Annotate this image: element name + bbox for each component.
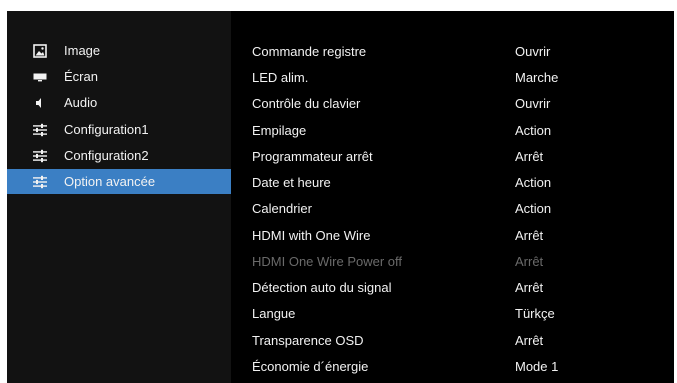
screen-icon	[33, 70, 47, 84]
option-row-commande-registre[interactable]: Commande registre Ouvrir	[231, 39, 674, 64]
options-list: Commande registre Ouvrir LED alim. March…	[231, 11, 674, 383]
option-name: Commande registre	[252, 44, 367, 59]
menu-item-audio[interactable]: Audio	[7, 90, 231, 115]
option-row-transparence-osd[interactable]: Transparence OSD Arrêt	[231, 328, 674, 353]
image-icon	[33, 44, 47, 58]
menu-item-label: Audio	[64, 95, 98, 110]
menu-item-label: Option avancée	[64, 174, 156, 189]
option-row-economie-energie[interactable]: Économie d´énergie Mode 1	[231, 354, 674, 379]
option-name: Transparence OSD	[252, 333, 364, 348]
option-value: Action	[515, 123, 552, 138]
main-menu: Image Écran Audio Configuration1 Configu…	[7, 11, 231, 383]
option-name: LED alim.	[252, 70, 309, 85]
option-value: Arrêt	[515, 254, 544, 269]
settings-sliders-icon	[33, 149, 47, 163]
menu-item-label: Écran	[64, 69, 98, 84]
menu-item-label: Configuration2	[64, 148, 149, 163]
option-row-langue[interactable]: Langue Türkçe	[231, 301, 674, 326]
option-row-hdmi-one-wire-power-off: HDMI One Wire Power off Arrêt	[231, 249, 674, 274]
option-value: Ouvrir	[515, 96, 551, 111]
option-name: Économie d´énergie	[252, 359, 369, 374]
option-row-calendrier[interactable]: Calendrier Action	[231, 196, 674, 221]
option-value: Mode 1	[515, 359, 559, 374]
menu-item-label: Configuration1	[64, 122, 149, 137]
menu-item-screen[interactable]: Écran	[7, 64, 231, 89]
menu-item-configuration1[interactable]: Configuration1	[7, 117, 231, 142]
option-row-hdmi-one-wire[interactable]: HDMI with One Wire Arrêt	[231, 223, 674, 248]
option-name: Langue	[252, 306, 296, 321]
option-name: HDMI One Wire Power off	[252, 254, 403, 269]
settings-sliders-icon	[33, 123, 47, 137]
option-row-empilage[interactable]: Empilage Action	[231, 118, 674, 143]
option-row-detection-auto-signal[interactable]: Détection auto du signal Arrêt	[231, 275, 674, 300]
option-row-controle-clavier[interactable]: Contrôle du clavier Ouvrir	[231, 91, 674, 116]
option-value: Arrêt	[515, 280, 544, 295]
option-name: HDMI with One Wire	[252, 228, 371, 243]
menu-item-image[interactable]: Image	[7, 38, 231, 63]
option-value: Türkçe	[515, 306, 555, 321]
option-name: Détection auto du signal	[252, 280, 392, 295]
option-row-led-alim[interactable]: LED alim. Marche	[231, 65, 674, 90]
option-value: Action	[515, 201, 552, 216]
option-value: Arrêt	[515, 149, 544, 164]
option-value: Marche	[515, 70, 559, 85]
option-row-date-heure[interactable]: Date et heure Action	[231, 170, 674, 195]
option-name: Calendrier	[252, 201, 312, 216]
option-name: Programmateur arrêt	[252, 149, 373, 164]
menu-item-advanced-option[interactable]: Option avancée	[7, 169, 231, 194]
osd-menu: Image Écran Audio Configuration1 Configu…	[7, 11, 674, 383]
option-value: Arrêt	[515, 228, 544, 243]
option-row-programmateur-arret[interactable]: Programmateur arrêt Arrêt	[231, 144, 674, 169]
settings-sliders-icon	[33, 175, 47, 189]
option-name: Contrôle du clavier	[252, 96, 361, 111]
menu-item-configuration2[interactable]: Configuration2	[7, 143, 231, 168]
menu-item-label: Image	[64, 43, 101, 58]
option-name: Empilage	[252, 123, 307, 138]
option-value: Ouvrir	[515, 44, 551, 59]
option-value: Arrêt	[515, 333, 544, 348]
option-value: Action	[515, 175, 552, 190]
speaker-icon	[33, 96, 47, 110]
option-name: Date et heure	[252, 175, 331, 190]
